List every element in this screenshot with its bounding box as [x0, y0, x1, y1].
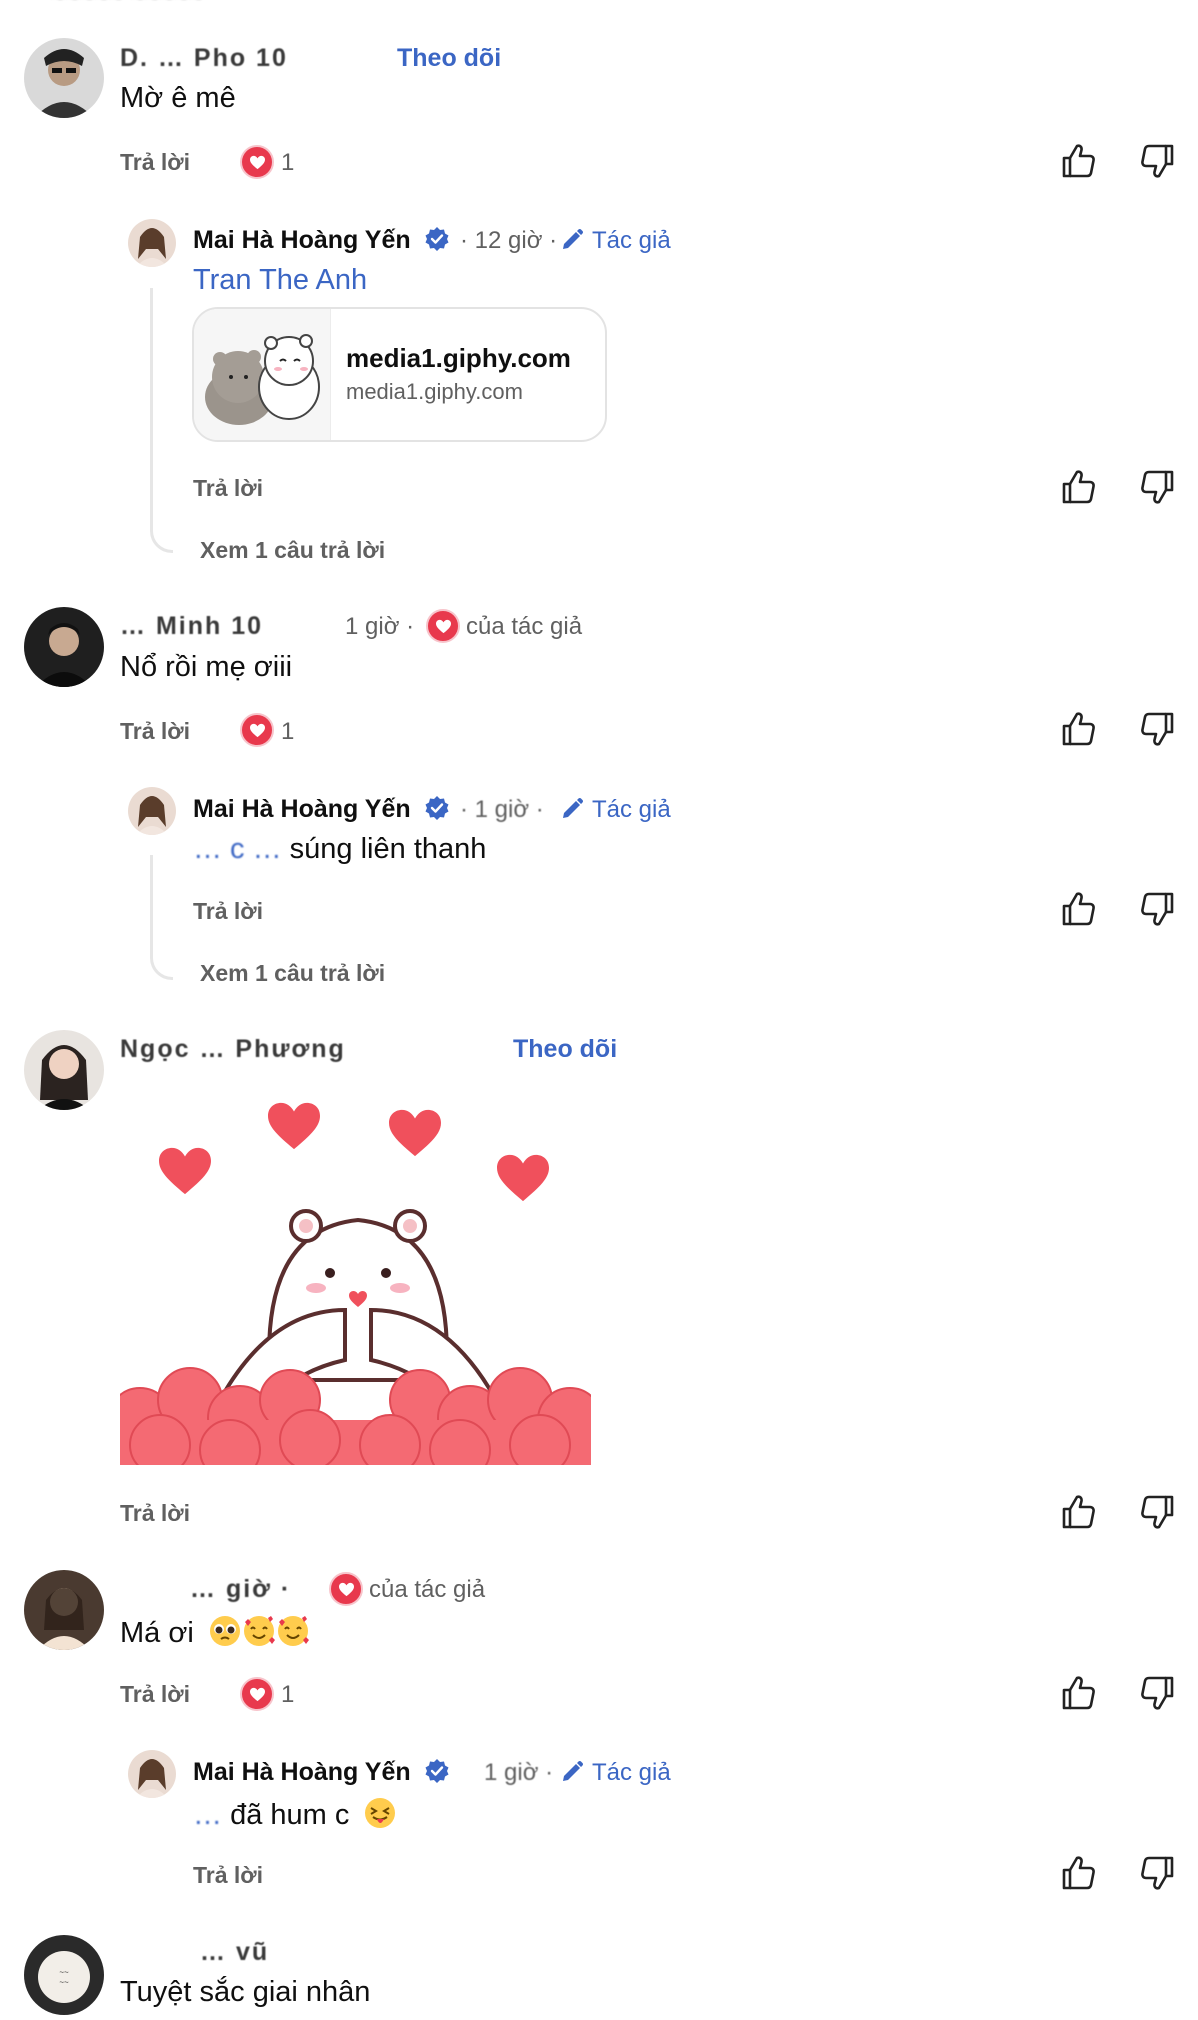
- thumbs-down-icon[interactable]: [1138, 141, 1178, 181]
- commenter-name[interactable]: … vũ: [200, 1938, 269, 1967]
- thumbs-up-icon[interactable]: [1058, 1492, 1098, 1532]
- thumbs-down-icon[interactable]: [1138, 889, 1178, 929]
- follow-button[interactable]: Theo dõi: [513, 1035, 617, 1064]
- reply-button[interactable]: Trả lời: [120, 1681, 190, 1708]
- link-preview-card[interactable]: media1.giphy.com media1.giphy.com: [192, 307, 607, 442]
- pleading-face-icon: [209, 1616, 240, 1646]
- thumbs-down-icon[interactable]: [1138, 1492, 1178, 1532]
- thumbs-up-icon[interactable]: [1058, 1673, 1098, 1713]
- timestamp: · 12 giờ ·: [460, 227, 558, 254]
- avatar[interactable]: [128, 1750, 176, 1798]
- comment-text-content: Má ơi: [120, 1617, 194, 1649]
- commenter-name[interactable]: D. … Pho 10: [120, 44, 288, 73]
- author-badge: Tác giả: [592, 227, 671, 254]
- avatar[interactable]: [24, 1570, 104, 1650]
- creator-loved-label: của tác giả: [466, 613, 583, 640]
- like-count: 1: [281, 149, 295, 176]
- pencil-icon: [560, 1760, 584, 1784]
- link-domain: media1.giphy.com: [346, 379, 523, 404]
- reply-text: … đã hum c: [193, 1796, 397, 1832]
- cutoff-header-text: ~~~~~ ~~~~~: [50, 0, 203, 13]
- timestamp: 1 giờ ·: [345, 613, 415, 640]
- avatar[interactable]: [24, 607, 104, 687]
- commenter-name[interactable]: Ngọc … Phương: [120, 1035, 346, 1064]
- thumbs-down-icon[interactable]: [1138, 1673, 1178, 1713]
- svg-text:~~: ~~: [59, 1968, 69, 1977]
- comment-text: Tuyệt sắc giai nhân: [120, 1976, 371, 2008]
- comment-text: Má ơi: [120, 1614, 310, 1650]
- avatar[interactable]: ~~ ~~: [24, 1935, 104, 2015]
- comment-text: Mờ ê mê: [120, 82, 236, 114]
- author-name[interactable]: Mai Hà Hoàng Yến: [193, 1758, 411, 1787]
- thumbs-up-icon[interactable]: [1058, 467, 1098, 507]
- thumbs-up-icon[interactable]: [1058, 1853, 1098, 1893]
- svg-text:~~: ~~: [59, 1978, 69, 1987]
- commenter-name[interactable]: … giờ ·: [190, 1575, 291, 1604]
- thumbs-up-icon[interactable]: [1058, 889, 1098, 929]
- author-name[interactable]: Mai Hà Hoàng Yến: [193, 226, 411, 255]
- link-preview-image: [194, 309, 331, 440]
- thread-line: [150, 288, 173, 553]
- mention-link[interactable]: …: [193, 1799, 230, 1831]
- like-count: 1: [281, 1681, 295, 1708]
- heart-icon: [426, 609, 460, 643]
- verified-icon: [424, 795, 450, 821]
- thumbs-down-icon[interactable]: [1138, 1853, 1178, 1893]
- reply-text-content: súng liên thanh: [289, 833, 487, 865]
- reply-button[interactable]: Trả lời: [120, 149, 190, 176]
- heart-icon: [240, 145, 274, 179]
- follow-button[interactable]: Theo dõi: [397, 44, 501, 73]
- view-replies-button[interactable]: Xem 1 câu trả lời: [200, 960, 385, 987]
- timestamp: 1 giờ ·: [484, 1759, 554, 1786]
- heart-icon: [240, 1677, 274, 1711]
- thread-line: [150, 855, 173, 980]
- smiling-hearts-icon: [277, 1616, 309, 1646]
- avatar[interactable]: [24, 1030, 104, 1110]
- thumbs-up-icon[interactable]: [1058, 709, 1098, 749]
- reply-text: … c … súng liên thanh: [193, 833, 486, 866]
- avatar[interactable]: [24, 38, 104, 118]
- author-badge: Tác giả: [592, 796, 671, 823]
- thumbs-down-icon[interactable]: [1138, 467, 1178, 507]
- like-count: 1: [281, 718, 295, 745]
- avatar[interactable]: [128, 787, 176, 835]
- verified-icon: [424, 226, 450, 252]
- tongue-out-face-icon: [365, 1798, 396, 1828]
- commenter-name[interactable]: … Minh 10: [120, 612, 263, 641]
- comment-text: Nổ rồi mẹ ơiii: [120, 651, 293, 683]
- author-name[interactable]: Mai Hà Hoàng Yến: [193, 795, 411, 824]
- thumbs-down-icon[interactable]: [1138, 709, 1178, 749]
- creator-loved-label: của tác giả: [369, 1576, 486, 1603]
- smiling-hearts-icon: [243, 1616, 275, 1646]
- pencil-icon: [560, 228, 584, 252]
- reply-text-content: đã hum c: [230, 1799, 350, 1831]
- reply-button[interactable]: Trả lời: [193, 898, 263, 925]
- reply-button[interactable]: Trả lời: [193, 1862, 263, 1889]
- link-title: media1.giphy.com: [346, 343, 571, 373]
- timestamp: · 1 giờ ·: [460, 796, 544, 823]
- avatar[interactable]: [128, 219, 176, 267]
- author-badge: Tác giả: [592, 1759, 671, 1786]
- sticker-image: [107, 1100, 603, 1481]
- view-replies-button[interactable]: Xem 1 câu trả lời: [200, 537, 385, 564]
- heart-icon: [240, 713, 274, 747]
- reply-button[interactable]: Trả lời: [120, 1500, 190, 1527]
- reply-button[interactable]: Trả lời: [120, 718, 190, 745]
- verified-icon: [424, 1758, 450, 1784]
- pencil-icon: [560, 797, 584, 821]
- thumbs-up-icon[interactable]: [1058, 141, 1098, 181]
- mention-link[interactable]: Tran The Anh: [193, 264, 367, 297]
- mention-link[interactable]: … c …: [193, 833, 290, 865]
- heart-icon: [329, 1572, 363, 1606]
- reply-button[interactable]: Trả lời: [193, 475, 263, 502]
